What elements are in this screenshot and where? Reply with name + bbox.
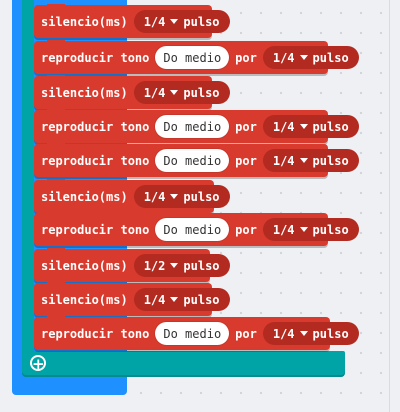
por-label: por [235, 119, 257, 134]
caret-down-icon [170, 297, 179, 302]
loop-block-arm [22, 0, 34, 360]
caret-down-icon [299, 55, 308, 60]
rest-label: silencio(ms) [41, 189, 128, 204]
block-notch [47, 179, 65, 184]
play-tone-block[interactable]: reproducir tono Do medio por 1/4 pulso [34, 143, 359, 177]
caret-down-icon [299, 331, 308, 336]
rest-block[interactable]: silencio(ms) 1/4 pulso [34, 4, 230, 38]
rest-block[interactable]: silencio(ms) 1/4 pulso [34, 179, 230, 213]
beat-value: 1/4 [272, 222, 295, 237]
play-tone-block[interactable]: reproducir tono Do medio por 1/4 pulso [34, 40, 359, 74]
rest-label: silencio(ms) [41, 85, 128, 100]
note-field[interactable]: Do medio [155, 218, 230, 241]
plus-circle-icon[interactable]: + [30, 355, 46, 372]
beat-unit: pulso [312, 222, 349, 237]
play-tone-block[interactable]: reproducir tono Do medio por 1/4 pulso [34, 316, 359, 350]
por-label: por [235, 222, 257, 237]
beat-dropdown[interactable]: 1/4 pulso [133, 10, 230, 33]
rest-label: silencio(ms) [41, 258, 128, 273]
beat-dropdown[interactable]: 1/4 pulso [133, 81, 230, 104]
beat-unit: pulso [183, 14, 220, 29]
beat-dropdown[interactable]: 1/4 pulso [262, 115, 359, 138]
beat-dropdown[interactable]: 1/4 pulso [262, 46, 359, 69]
beat-unit: pulso [183, 85, 220, 100]
beat-unit: pulso [312, 153, 349, 168]
block-notch [47, 143, 65, 148]
play-tone-label: reproducir tono [41, 153, 150, 168]
block-notch [47, 109, 65, 114]
play-tone-label: reproducir tono [41, 50, 150, 65]
block-notch [47, 75, 65, 80]
por-label: por [235, 153, 257, 168]
beat-value: 1/4 [143, 85, 166, 100]
caret-down-icon [170, 90, 179, 95]
note-field[interactable]: Do medio [155, 322, 230, 345]
beat-value: 1/4 [272, 50, 295, 65]
beat-value: 1/4 [272, 153, 295, 168]
beat-dropdown[interactable]: 1/4 pulso [262, 218, 359, 241]
beat-value: 1/4 [143, 14, 166, 29]
beat-unit: pulso [183, 258, 220, 273]
play-tone-block[interactable]: reproducir tono Do medio por 1/4 pulso [34, 212, 359, 246]
beat-dropdown[interactable]: 1/4 pulso [262, 149, 359, 172]
rest-block[interactable]: silencio(ms) 1/2 pulso [34, 248, 230, 282]
por-label: por [235, 50, 257, 65]
beat-dropdown[interactable]: 1/4 pulso [133, 288, 230, 311]
rest-label: silencio(ms) [41, 292, 128, 307]
caret-down-icon [299, 124, 308, 129]
play-tone-label: reproducir tono [41, 119, 150, 134]
beat-value: 1/4 [272, 119, 295, 134]
por-label: por [235, 326, 257, 341]
loop-block-footer[interactable] [22, 351, 345, 377]
beat-dropdown[interactable]: 1/4 pulso [262, 322, 359, 345]
rest-block[interactable]: silencio(ms) 1/4 pulso [34, 282, 230, 316]
note-field[interactable]: Do medio [155, 115, 230, 138]
note-field[interactable]: Do medio [155, 149, 230, 172]
beat-unit: pulso [183, 292, 220, 307]
beat-dropdown[interactable]: 1/2 pulso [133, 254, 230, 277]
play-tone-block[interactable]: reproducir tono Do medio por 1/4 pulso [34, 109, 359, 143]
beat-unit: pulso [312, 326, 349, 341]
beat-value: 1/4 [143, 292, 166, 307]
block-notch [47, 248, 65, 253]
canvas-left-edge [0, 0, 12, 412]
beat-value: 1/4 [143, 189, 166, 204]
beat-dropdown[interactable]: 1/4 pulso [133, 185, 230, 208]
caret-down-icon [170, 263, 179, 268]
block-notch [47, 282, 65, 287]
block-notch [47, 4, 65, 9]
beat-unit: pulso [312, 119, 349, 134]
caret-down-icon [299, 227, 308, 232]
caret-down-icon [299, 158, 308, 163]
caret-down-icon [170, 19, 179, 24]
beat-unit: pulso [183, 189, 220, 204]
rest-block[interactable]: silencio(ms) 1/4 pulso [34, 75, 230, 109]
block-notch [47, 40, 65, 45]
play-tone-label: reproducir tono [41, 222, 150, 237]
block-notch [47, 212, 65, 217]
beat-unit: pulso [312, 50, 349, 65]
rest-label: silencio(ms) [41, 14, 128, 29]
block-notch [47, 316, 65, 321]
note-field[interactable]: Do medio [155, 46, 230, 69]
beat-value: 1/2 [143, 258, 166, 273]
play-tone-label: reproducir tono [41, 326, 150, 341]
canvas-scrollbar[interactable] [389, 0, 400, 412]
caret-down-icon [170, 194, 179, 199]
beat-value: 1/4 [272, 326, 295, 341]
